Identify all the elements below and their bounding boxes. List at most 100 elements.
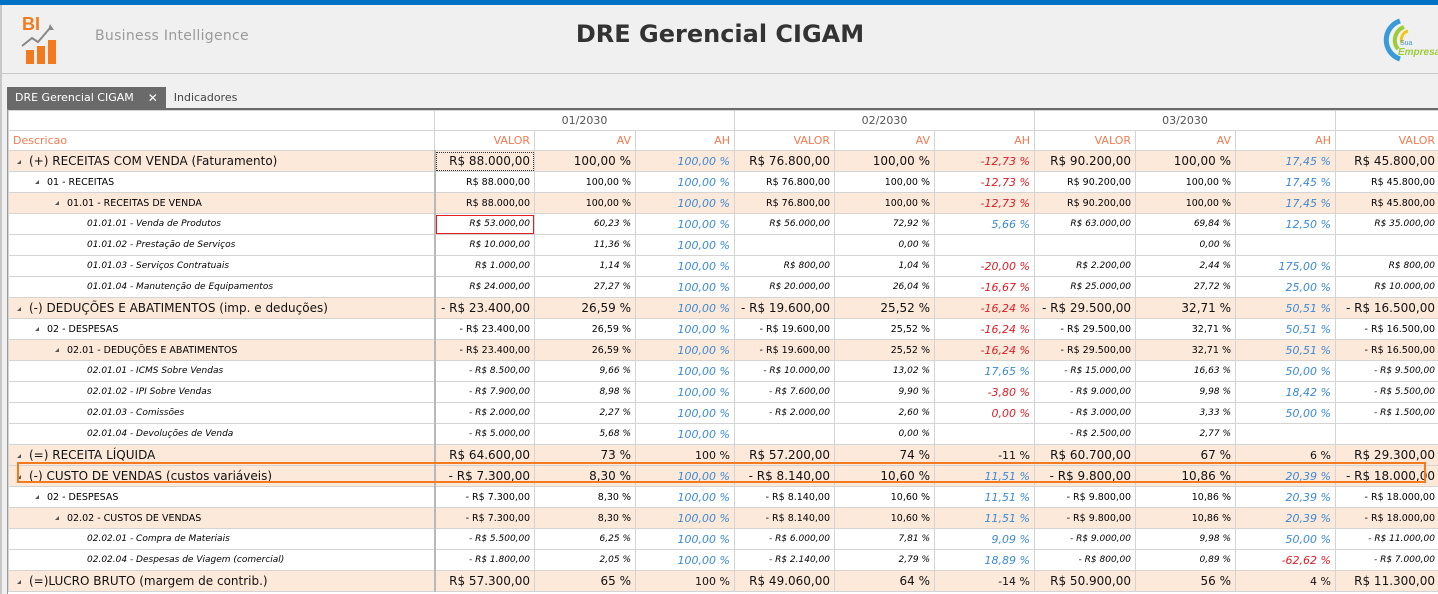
column-header-av[interactable]: AV	[534, 130, 636, 151]
cell-ah[interactable]: -3,80 %	[934, 381, 1035, 403]
cell-valor[interactable]: - R$ 1.500,00	[1335, 402, 1438, 424]
cell-valor[interactable]: - R$ 8.140,00	[734, 486, 835, 508]
cell-valor[interactable]: R$ 49.060,00	[734, 570, 835, 592]
cell-av[interactable]: 1,14 %	[534, 255, 636, 277]
cell-av[interactable]: 3,33 %	[1135, 402, 1236, 424]
cell-valor[interactable]: - R$ 19.600,00	[734, 339, 835, 361]
table-row[interactable]: 01.01.01 - Venda de Produtos R$ 53.000,00…	[8, 213, 1438, 235]
cell-valor[interactable]: R$ 50.900,00	[1034, 570, 1136, 592]
cell-av[interactable]: 72,92 %	[834, 213, 935, 235]
cell-valor[interactable]: R$ 45.800,00	[1335, 150, 1438, 172]
cell-valor[interactable]: - R$ 1.800,00	[433, 549, 535, 571]
row-description[interactable]: 02.01.01 - ICMS Sobre Vendas	[8, 360, 435, 382]
cell-ah[interactable]	[934, 423, 1035, 445]
cell-ah[interactable]: 100,00 %	[635, 276, 735, 298]
cell-av[interactable]: 16,63 %	[1135, 360, 1236, 382]
cell-ah[interactable]: 9,09 %	[934, 528, 1035, 550]
cell-valor[interactable]: R$ 1.000,00	[433, 255, 535, 277]
cell-ah[interactable]	[934, 234, 1035, 256]
row-description[interactable]: 02.02 - CUSTOS DE VENDAS	[8, 507, 435, 529]
cell-ah[interactable]: 20,39 %	[1235, 465, 1336, 487]
cell-valor[interactable]: - R$ 9.800,00	[1034, 507, 1136, 529]
cell-ah[interactable]	[1235, 423, 1336, 445]
period-header[interactable]: 01/2030	[434, 110, 735, 131]
tab-indicadores[interactable]: Indicadores	[166, 87, 246, 109]
cell-av[interactable]: 13,02 %	[834, 360, 935, 382]
cell-av[interactable]: 26,59 %	[534, 318, 636, 340]
cell-ah[interactable]: 100,00 %	[635, 528, 735, 550]
cell-valor[interactable]	[1335, 234, 1438, 256]
row-description[interactable]: 01.01.02 - Prestação de Serviços	[8, 234, 435, 256]
cell-valor[interactable]: - R$ 6.000,00	[734, 528, 835, 550]
cell-valor[interactable]: - R$ 2.500,00	[1034, 423, 1136, 445]
cell-av[interactable]: 100,00 %	[834, 192, 935, 214]
cell-ah[interactable]: 20,39 %	[1235, 507, 1336, 529]
cell-av[interactable]: 5,68 %	[534, 423, 636, 445]
table-row[interactable]: 02.01 - DEDUÇÕES E ABATIMENTOS - R$ 23.40…	[8, 339, 1438, 361]
cell-av[interactable]: 26,59 %	[534, 297, 636, 319]
table-row[interactable]: (=) RECEITA LÍQUIDA R$ 64.600,00 73 % 100 %…	[8, 444, 1438, 466]
cell-ah[interactable]: 100 %	[635, 444, 735, 466]
expand-toggle-icon[interactable]	[17, 453, 21, 458]
column-header-valor[interactable]: VALOR	[734, 130, 835, 151]
cell-ah[interactable]: -16,24 %	[934, 318, 1035, 340]
cell-valor[interactable]: R$ 800,00	[1335, 255, 1438, 277]
column-header-descricao[interactable]: Descricao	[8, 130, 435, 151]
cell-ah[interactable]: 100,00 %	[635, 213, 735, 235]
cell-valor[interactable]: - R$ 29.500,00	[1034, 297, 1136, 319]
cell-valor[interactable]	[1034, 234, 1136, 256]
cell-ah[interactable]: 17,45 %	[1235, 150, 1336, 172]
cell-valor[interactable]	[734, 234, 835, 256]
cell-valor[interactable]: R$ 53.000,00	[433, 213, 535, 235]
cell-valor[interactable]: - R$ 16.500,00	[1335, 297, 1438, 319]
cell-ah[interactable]: 50,51 %	[1235, 318, 1336, 340]
row-description[interactable]: 01.01.01 - Venda de Produtos	[8, 213, 435, 235]
column-header-valor[interactable]: VALOR	[434, 130, 535, 151]
cell-av[interactable]: 100,00 %	[534, 150, 636, 172]
cell-av[interactable]: 27,27 %	[534, 276, 636, 298]
cell-ah[interactable]: 100,00 %	[635, 150, 735, 172]
row-description[interactable]: 02.01.04 - Devoluções de Venda	[8, 423, 435, 445]
cell-valor[interactable]: - R$ 9.000,00	[1034, 381, 1136, 403]
cell-av[interactable]: 74 %	[834, 444, 935, 466]
cell-av[interactable]: 9,98 %	[1135, 528, 1236, 550]
cell-valor[interactable]: - R$ 19.600,00	[734, 297, 835, 319]
cell-av[interactable]: 7,81 %	[834, 528, 935, 550]
cell-valor[interactable]: - R$ 2.000,00	[734, 402, 835, 424]
cell-ah[interactable]: 50,00 %	[1235, 528, 1336, 550]
row-description[interactable]: 02.02.04 - Despesas de Viagem (comercial…	[8, 549, 435, 571]
cell-valor[interactable]: - R$ 23.400,00	[433, 339, 535, 361]
row-description[interactable]: 01.01.03 - Serviços Contratuais	[8, 255, 435, 277]
cell-ah[interactable]: 50,51 %	[1235, 297, 1336, 319]
cell-ah[interactable]: 17,45 %	[1235, 171, 1336, 193]
cell-valor[interactable]: R$ 35.000,00	[1335, 213, 1438, 235]
table-row[interactable]: (+) RECEITAS COM VENDA (Faturamento) R$ 8…	[8, 150, 1438, 172]
cell-valor[interactable]: R$ 76.800,00	[734, 192, 835, 214]
cell-valor[interactable]: - R$ 5.000,00	[433, 423, 535, 445]
cell-valor[interactable]: - R$ 7.300,00	[433, 465, 535, 487]
cell-av[interactable]: 100,00 %	[534, 171, 636, 193]
cell-av[interactable]: 10,86 %	[1135, 486, 1236, 508]
cell-av[interactable]: 9,66 %	[534, 360, 636, 382]
table-row[interactable]: 02.02 - CUSTOS DE VENDAS - R$ 7.300,00 8,3…	[8, 507, 1438, 529]
cell-ah[interactable]: -62,62 %	[1235, 549, 1336, 571]
table-row[interactable]: 02.01.01 - ICMS Sobre Vendas - R$ 8.500,0…	[8, 360, 1438, 382]
column-header-valor[interactable]: VALOR	[1335, 130, 1438, 151]
table-row[interactable]: 02.01.02 - IPI Sobre Vendas - R$ 7.900,00…	[8, 381, 1438, 403]
cell-valor[interactable]: R$ 29.300,00	[1335, 444, 1438, 466]
cell-valor[interactable]: - R$ 15.000,00	[1034, 360, 1136, 382]
table-row[interactable]: (-) CUSTO DE VENDAS (custos variáveis) - …	[8, 465, 1438, 487]
expand-toggle-icon[interactable]	[35, 495, 39, 499]
cell-valor[interactable]: - R$ 7.300,00	[433, 507, 535, 529]
expand-toggle-icon[interactable]	[17, 579, 21, 584]
cell-av[interactable]: 10,86 %	[1135, 465, 1236, 487]
row-description[interactable]: 02.01.02 - IPI Sobre Vendas	[8, 381, 435, 403]
table-row[interactable]: 02.01.03 - Comissões - R$ 2.000,00 2,27 % 1…	[8, 402, 1438, 424]
cell-av[interactable]: 26,59 %	[534, 339, 636, 361]
row-description[interactable]: 02 - DESPESAS	[8, 486, 435, 508]
table-row[interactable]: 01.01.04 - Manutenção de Equipamentos R$ …	[8, 276, 1438, 298]
cell-valor[interactable]: - R$ 18.000,00	[1335, 507, 1438, 529]
cell-ah[interactable]: 100,00 %	[635, 318, 735, 340]
cell-av[interactable]: 2,60 %	[834, 402, 935, 424]
cell-valor[interactable]: R$ 90.200,00	[1034, 150, 1136, 172]
